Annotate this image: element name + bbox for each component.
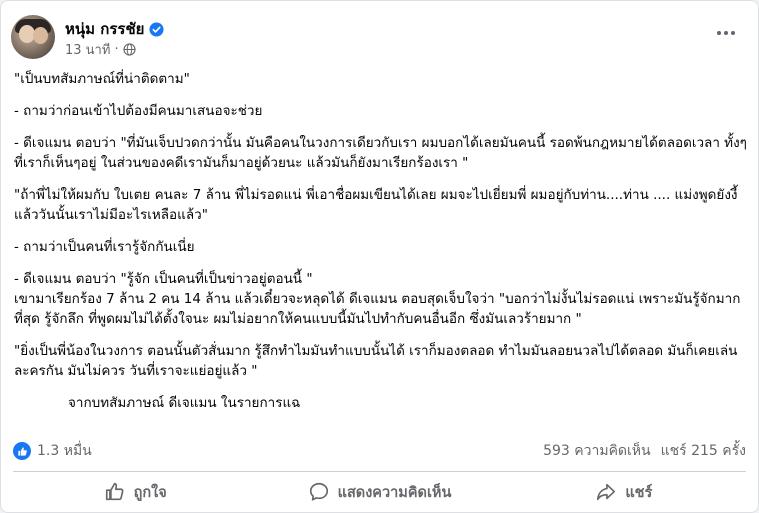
author-name[interactable]: หนุ่ม กรรชัย [65,17,144,41]
shares-count[interactable]: แชร์ 215 ครั้ง [661,440,746,462]
share-arrow-icon [595,481,617,503]
post-header: หนุ่ม กรรชัย 13 นาที · [1,1,758,65]
reactions-count: 1.3 หมื่น [37,443,92,459]
post-stats: 1.3 หมื่น 593 ความคิดเห็น แชร์ 215 ครั้ง [13,439,746,463]
post-meta: 13 นาที · [65,39,136,60]
divider [13,471,746,472]
post-paragraph: "ยิ่งเป็นพี่น้องในวงการ ตอนนั้นตัวสั่นมา… [14,343,738,379]
action-bar: ถูกใจ แสดงความคิดเห็น แชร์ [13,475,746,509]
post-paragraph: "เป็นบทสัมภาษณ์ที่น่าติดตาม" [14,71,190,87]
thumbs-up-icon [104,481,126,503]
post-paragraph: - ถามว่าก่อนเข้าไปต้องมีคนมาเสนอจะช่วย [14,103,263,119]
comment-bubble-icon [308,481,330,503]
like-reaction-icon [13,442,31,460]
post-paragraph: - ดีเจแมน ตอบว่า "ที่มันเจ็บปวดกว่านั้น … [14,135,747,171]
like-label: ถูกใจ [133,484,167,501]
post-body: "เป็นบทสัมภาษณ์ที่น่าติดตาม" - ถามว่าก่อ… [14,69,749,425]
author-row: หนุ่ม กรรชัย [65,17,164,41]
post-paragraph: - ถามว่าเป็นคนที่เรารู้จักกันเนี่ย [14,239,195,255]
comment-label: แสดงความคิดเห็น [337,484,452,501]
verified-badge-icon [149,21,164,37]
reactions-summary[interactable]: 1.3 หมื่น [13,440,92,462]
post-credit: จากบทสัมภาษณ์ ดีเจแมน ในรายการแฉ [68,395,301,411]
author-avatar[interactable] [11,15,55,59]
more-options-icon[interactable] [712,23,740,43]
share-label: แชร์ [625,484,653,501]
post-time[interactable]: 13 นาที [65,39,110,60]
like-button[interactable]: ถูกใจ [13,475,257,509]
globe-icon [122,43,136,56]
comment-button[interactable]: แสดงความคิดเห็น [257,475,501,509]
stats-right: 593 ความคิดเห็น แชร์ 215 ครั้ง [543,440,746,462]
comments-count[interactable]: 593 ความคิดเห็น [543,440,651,462]
post-card: หนุ่ม กรรชัย 13 นาที · "เป็นบทสัมภาษณ์ที… [0,0,759,513]
meta-separator: · [114,42,119,57]
post-paragraph: "ถ้าพี่ไม่ให้ผมกับ ใบเตย คนละ 7 ล้าน พี่… [14,187,738,223]
share-button[interactable]: แชร์ [502,475,746,509]
post-paragraph: - ดีเจแมน ตอบว่า "รู้จัก เป็นคนที่เป็นข่… [14,271,741,327]
